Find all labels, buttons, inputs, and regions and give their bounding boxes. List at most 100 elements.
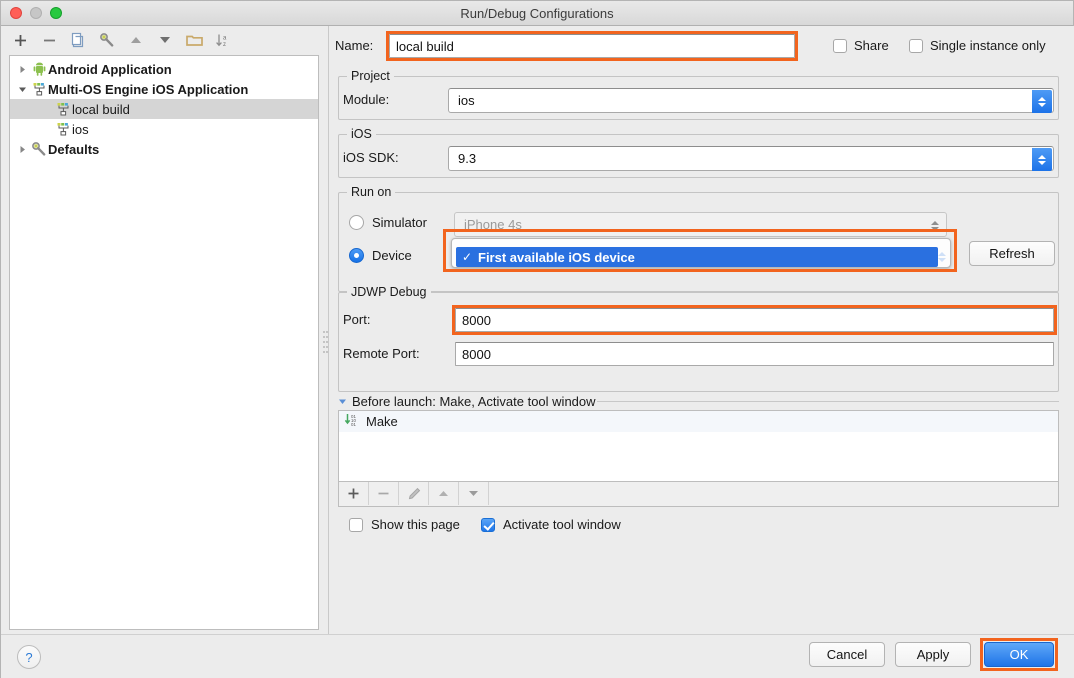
twisty-collapsed-icon[interactable] (14, 65, 30, 74)
cancel-button[interactable]: Cancel (809, 642, 885, 667)
twisty-collapsed-icon[interactable] (14, 145, 30, 154)
configurations-tree[interactable]: Android Application Multi-OS Engine iOS … (9, 55, 319, 630)
tree-node-android-application[interactable]: Android Application (10, 59, 318, 79)
name-input[interactable] (389, 34, 795, 58)
share-checkbox-row[interactable]: Share (833, 38, 889, 53)
sort-alpha-icon[interactable]: a z (214, 31, 232, 49)
single-instance-checkbox[interactable] (909, 38, 923, 53)
name-label: Name: (335, 38, 374, 53)
remote-port-row: Remote Port: (343, 346, 420, 361)
moe-icon (30, 82, 48, 96)
module-label-text: Module: (343, 92, 390, 107)
tree-node-label: Multi-OS Engine iOS Application (48, 81, 249, 97)
device-radio[interactable] (349, 248, 364, 263)
ok-button[interactable]: OK (984, 642, 1054, 667)
tree-node-multi-os-engine-ios-application[interactable]: Multi-OS Engine iOS Application (10, 79, 318, 99)
before-launch-header[interactable]: Before launch: Make, Activate tool windo… (338, 394, 596, 409)
jdwp-debug-group-label: JDWP Debug (347, 285, 431, 299)
project-group-label: Project (347, 69, 394, 83)
remote-port-label: Remote Port: (343, 346, 420, 361)
tree-node-local-build[interactable]: local build (10, 99, 318, 119)
ios-sdk-row: iOS SDK: (343, 150, 399, 165)
help-button[interactable]: ? (17, 645, 41, 669)
tree-toolbar: a z (1, 26, 327, 54)
svg-text:01: 01 (351, 422, 356, 427)
port-row: Port: (343, 312, 370, 327)
module-row: Module: (343, 92, 389, 107)
moe-icon (54, 102, 72, 116)
simulator-radio[interactable] (349, 215, 364, 230)
device-dropdown-selected-option[interactable]: ✓ First available iOS device (456, 247, 938, 267)
add-configuration-button[interactable] (11, 31, 29, 49)
tree-node-label: Defaults (48, 141, 100, 157)
svg-text:z: z (223, 42, 226, 48)
module-stepper[interactable] (1032, 90, 1052, 113)
single-instance-label: Single instance only (930, 38, 1046, 53)
activate-tool-window-label: Activate tool window (503, 517, 621, 532)
simulator-combobox: iPhone 4s (454, 212, 947, 237)
module-combobox[interactable]: ios (448, 88, 1054, 113)
before-launch-move-up-button[interactable] (429, 482, 459, 505)
before-launch-label: Before launch: Make, Activate tool windo… (352, 394, 596, 409)
pencil-icon[interactable] (399, 482, 429, 505)
device-stepper[interactable] (937, 248, 947, 266)
configurations-pane: a z Android Application Multi-OS Engine … (1, 26, 327, 634)
before-launch-item-label: Make (366, 414, 398, 429)
show-this-page-row[interactable]: Show this page (349, 517, 460, 532)
ios-sdk-combobox[interactable]: 9.3 (448, 146, 1054, 171)
configuration-editor-pane: Name: Share Single instance only Project… (328, 26, 1074, 634)
simulator-value: iPhone 4s (464, 217, 522, 232)
android-icon (30, 62, 48, 76)
before-launch-list[interactable]: 01 10 01 Make (338, 410, 1059, 482)
arrow-up-icon[interactable] (127, 31, 145, 49)
twisty-expanded-icon[interactable] (338, 394, 347, 409)
device-label: Device (372, 248, 412, 263)
folder-icon[interactable] (185, 31, 203, 49)
run-on-group-label: Run on (347, 185, 396, 199)
tree-node-ios[interactable]: ios (10, 119, 318, 139)
device-dropdown-option-label: First available iOS device (478, 249, 635, 265)
check-icon: ✓ (461, 250, 473, 264)
simulator-label: Simulator (372, 215, 427, 230)
tree-node-label: ios (72, 121, 89, 137)
before-launch-divider (597, 401, 1059, 402)
single-instance-checkbox-row[interactable]: Single instance only (909, 38, 1046, 53)
ios-group-label: iOS (347, 127, 376, 141)
ios-sdk-stepper[interactable] (1032, 148, 1052, 171)
activate-tool-window-row[interactable]: Activate tool window (481, 517, 621, 532)
moe-icon (54, 122, 72, 136)
show-this-page-checkbox[interactable] (349, 517, 363, 532)
before-launch-add-button[interactable] (339, 482, 369, 505)
device-combobox[interactable]: ✓ First available iOS device (451, 238, 951, 268)
module-value: ios (458, 93, 475, 108)
arrow-down-icon[interactable] (156, 31, 174, 49)
before-launch-item-make[interactable]: 01 10 01 Make (339, 411, 1058, 432)
refresh-button[interactable]: Refresh (969, 241, 1055, 266)
remove-configuration-button[interactable] (40, 31, 58, 49)
simulator-radio-row[interactable]: Simulator (349, 215, 427, 230)
remote-port-input[interactable] (455, 342, 1054, 366)
run-debug-configurations-dialog: Run/Debug Configurations a z Android App… (0, 0, 1074, 678)
simulator-stepper (925, 214, 945, 237)
before-launch-toolbar (338, 482, 1059, 507)
tree-node-label: local build (72, 101, 130, 117)
port-input[interactable] (455, 308, 1054, 332)
tree-node-label: Android Application (48, 61, 172, 77)
before-launch-remove-button[interactable] (369, 482, 399, 505)
twisty-expanded-icon[interactable] (14, 85, 30, 94)
activate-tool-window-checkbox[interactable] (481, 517, 495, 532)
device-radio-row[interactable]: Device (349, 248, 412, 263)
svg-text:a: a (223, 35, 227, 41)
ios-sdk-label: iOS SDK: (343, 150, 399, 165)
share-checkbox[interactable] (833, 38, 847, 53)
copy-icon[interactable] (69, 31, 87, 49)
make-icon: 01 10 01 (344, 413, 360, 430)
tree-node-defaults[interactable]: Defaults (10, 139, 318, 159)
name-row: Name: (335, 38, 373, 53)
before-launch-move-down-button[interactable] (459, 482, 489, 505)
show-this-page-label: Show this page (371, 517, 460, 532)
apply-button[interactable]: Apply (895, 642, 971, 667)
share-label: Share (854, 38, 889, 53)
wrench-icon[interactable] (98, 31, 116, 49)
title-bar: Run/Debug Configurations (1, 1, 1073, 26)
